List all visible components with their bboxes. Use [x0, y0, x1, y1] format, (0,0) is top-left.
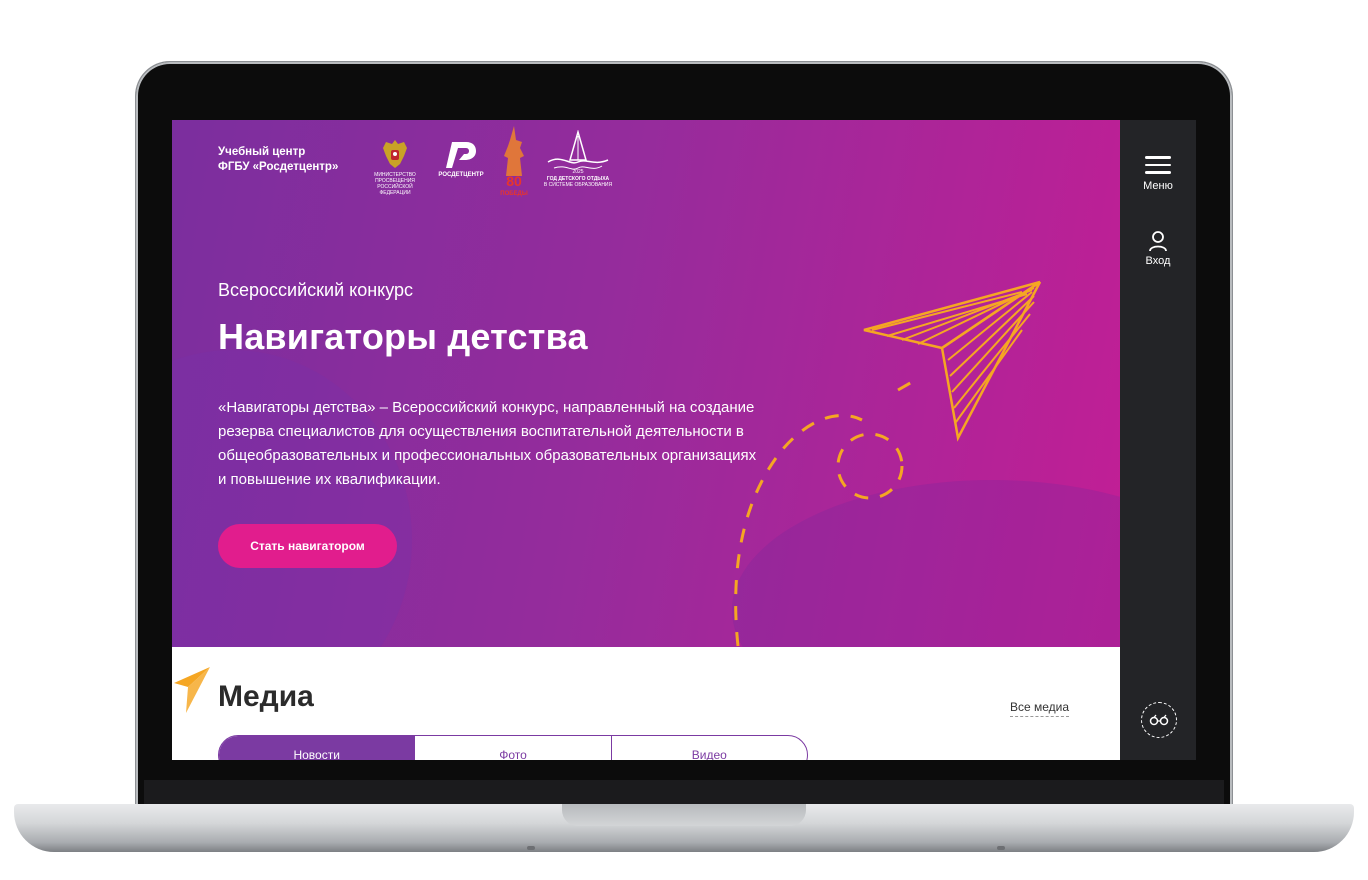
- glasses-icon: [1149, 714, 1169, 726]
- rosdetcentr-logo[interactable]: РОСДЕТЦЕНТР: [432, 140, 490, 178]
- brand-line-1: Учебный центр: [218, 146, 306, 158]
- rosdetcentr-logo-icon: [446, 142, 476, 168]
- user-icon: [1149, 231, 1167, 252]
- menu-label: Меню: [1143, 180, 1173, 192]
- childrens-rest-caption-2: В СИСТЕМЕ ОБРАЗОВАНИЯ: [543, 182, 613, 188]
- hamburger-icon: [1145, 156, 1171, 174]
- tab-video[interactable]: Видео: [610, 736, 807, 760]
- hero-overline: Всероссийский конкурс: [218, 280, 414, 300]
- childrens-rest-year-caption-0: 2025: [572, 169, 583, 174]
- ministry-logo[interactable]: МИНИСТЕРСТВО ПРОСВЕЩЕНИЯ РОССИЙСКОЙ ФЕДЕ…: [364, 138, 426, 196]
- laptop-foot: [997, 846, 1005, 850]
- media-plane-icon: [174, 667, 210, 713]
- laptop-notch: [562, 804, 806, 826]
- victory-logo[interactable]: 80 ПОБЕДЫ: [494, 126, 534, 200]
- ministry-caption-1: МИНИСТЕРСТВО ПРОСВЕЩЕНИЯ: [374, 172, 416, 184]
- ministry-caption-2: РОССИЙСКОЙ ФЕДЕРАЦИИ: [377, 184, 413, 196]
- media-tabs: Новости Фото Видео: [218, 735, 808, 760]
- partner-logos: МИНИСТЕРСТВО ПРОСВЕЩЕНИЯ РОССИЙСКОЙ ФЕДЕ…: [364, 126, 614, 202]
- tab-photo[interactable]: Фото: [414, 736, 610, 760]
- tab-news[interactable]: Новости: [219, 736, 415, 760]
- victory-word: ПОБЕДЫ: [500, 191, 528, 197]
- victory-number: 80: [506, 173, 522, 189]
- hero-section: Учебный центр ФГБУ «Росдетцентр» МИНИСТЕ…: [172, 120, 1120, 647]
- hero-title: Навигаторы детства: [218, 316, 588, 357]
- coat-of-arms-icon: [383, 140, 407, 168]
- accessibility-button[interactable]: [1141, 702, 1177, 738]
- login-label: Вход: [1145, 255, 1171, 267]
- paper-plane-icon: [863, 280, 1042, 442]
- login-button[interactable]: Вход: [1120, 230, 1196, 267]
- laptop-screen: Учебный центр ФГБУ «Росдетцентр» МИНИСТЕ…: [172, 120, 1196, 760]
- plane-trail-end: [897, 380, 913, 392]
- paper-plane-illustration: [734, 280, 1042, 647]
- hero-description: «Навигаторы детства» – Всероссийский кон…: [218, 399, 757, 488]
- childrens-rest-year-logo-icon: 2025: [547, 129, 609, 175]
- media-section-title: Медиа: [218, 680, 314, 713]
- plane-trail-loop: [836, 432, 904, 500]
- right-sidebar: Меню Вход: [1120, 120, 1196, 760]
- hero-background-shape: [172, 350, 412, 647]
- brand-title[interactable]: Учебный центр ФГБУ «Росдетцентр»: [218, 145, 338, 175]
- childrens-rest-year-logo[interactable]: 2025 ГОД ДЕТСКОГО ОТДЫХА В СИСТЕМЕ ОБРАЗ…: [542, 129, 614, 188]
- rosdetcentr-caption: РОСДЕТЦЕНТР: [438, 172, 484, 178]
- menu-button[interactable]: Меню: [1120, 156, 1196, 192]
- become-navigator-button[interactable]: Стать навигатором: [218, 524, 397, 568]
- brand-line-2: ФГБУ «Росдетцентр»: [218, 161, 339, 173]
- all-media-link[interactable]: Все медиа: [1010, 700, 1070, 717]
- victory-80-logo-icon: 80 ПОБЕДЫ: [500, 126, 528, 197]
- laptop-foot: [527, 846, 535, 850]
